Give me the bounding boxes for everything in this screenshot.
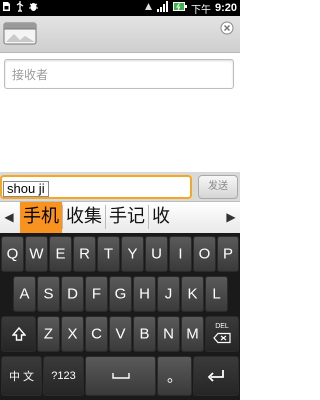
key-v[interactable]: V	[109, 316, 132, 352]
compose-header	[0, 16, 240, 53]
key-z[interactable]: Z	[37, 316, 60, 352]
key-s[interactable]: S	[37, 276, 60, 312]
key-n[interactable]: N	[157, 316, 180, 352]
symbols-key[interactable]: ?123	[43, 356, 84, 396]
key-w[interactable]: W	[25, 236, 48, 272]
key-label: E	[55, 245, 66, 263]
key-t[interactable]: T	[97, 236, 120, 272]
key-label: U	[151, 245, 162, 263]
language-switch-key[interactable]: 中 文	[1, 356, 42, 396]
key-l[interactable]: L	[205, 276, 228, 312]
candidate-prev-icon[interactable]: ◀	[0, 202, 18, 233]
candidate-next-icon[interactable]: ▶	[222, 202, 240, 233]
key-label: P	[222, 245, 233, 263]
key-d[interactable]: D	[61, 276, 84, 312]
clock-ampm: 下午	[190, 4, 211, 16]
recipient-input[interactable]: 接收者	[4, 59, 234, 89]
key-label: F	[91, 285, 102, 303]
key-label: X	[67, 325, 78, 343]
battery-charging-icon	[172, 1, 187, 15]
key-label: K	[187, 285, 198, 303]
key-label: W	[29, 245, 44, 263]
key-label: R	[79, 245, 90, 263]
key-label: 中 文	[8, 371, 35, 383]
shift-key[interactable]	[1, 316, 36, 352]
key-f[interactable]: F	[85, 276, 108, 312]
key-label: D	[67, 285, 78, 303]
key-j[interactable]: J	[157, 276, 180, 312]
key-label: O	[198, 245, 211, 263]
key-label: J	[164, 285, 173, 303]
delete-key[interactable]: DEL	[205, 316, 239, 352]
key-p[interactable]: P	[217, 236, 239, 272]
key-label: M	[186, 325, 199, 343]
network-type-icon	[144, 1, 153, 15]
key-label: V	[115, 325, 126, 343]
key-g[interactable]: G	[109, 276, 132, 312]
key-q[interactable]: Q	[1, 236, 24, 272]
key-i[interactable]: I	[169, 236, 192, 272]
backspace-icon	[213, 332, 231, 344]
system-status: 下午 9:20	[144, 1, 237, 16]
usb-icon	[15, 1, 25, 15]
enter-key[interactable]	[193, 356, 239, 396]
attachment-icon	[3, 22, 37, 45]
soft-keyboard: Q W E R T Y U I O P A S D F G H J K L Z …	[0, 233, 240, 400]
key-label: N	[163, 325, 174, 343]
candidate-item[interactable]: 收	[149, 202, 173, 233]
key-e[interactable]: E	[49, 236, 72, 272]
status-bar: 下午 9:20	[0, 0, 240, 16]
key-h[interactable]: H	[133, 276, 156, 312]
key-a[interactable]: A	[13, 276, 36, 312]
candidate-list: 手机 收集 手记 收	[20, 202, 173, 233]
notification-icons	[2, 1, 38, 15]
key-y[interactable]: Y	[121, 236, 144, 272]
key-o[interactable]: O	[193, 236, 216, 272]
key-b[interactable]: B	[133, 316, 156, 352]
key-label: Y	[127, 245, 138, 263]
key-x[interactable]: X	[61, 316, 84, 352]
close-icon	[220, 21, 234, 35]
delete-label: DEL	[215, 323, 229, 330]
shift-icon	[11, 327, 26, 341]
key-label: Z	[43, 325, 54, 343]
send-button[interactable]: 发送	[198, 175, 238, 199]
key-label: 。	[166, 368, 182, 386]
bug-icon	[29, 1, 38, 15]
sim-card-icon	[2, 1, 11, 15]
key-label: S	[43, 285, 54, 303]
key-u[interactable]: U	[145, 236, 168, 272]
key-label: H	[139, 285, 150, 303]
key-r[interactable]: R	[73, 236, 96, 272]
key-label: C	[91, 325, 102, 343]
signal-strength-icon	[156, 1, 169, 15]
close-button[interactable]	[220, 20, 234, 35]
candidate-bar: ◀ 手机 收集 手记 收 ▶	[0, 201, 240, 234]
compose-row: shou ji 发送	[0, 172, 240, 202]
composing-text: shou ji	[3, 181, 49, 197]
key-label: Q	[6, 245, 19, 263]
key-label: L	[212, 285, 221, 303]
key-k[interactable]: K	[181, 276, 204, 312]
key-m[interactable]: M	[181, 316, 204, 352]
candidate-item[interactable]: 收集	[63, 202, 105, 233]
key-label: G	[114, 285, 127, 303]
space-icon	[111, 373, 130, 379]
candidate-item[interactable]: 手记	[106, 202, 148, 233]
message-input[interactable]: shou ji	[0, 175, 192, 199]
key-label: T	[103, 245, 114, 263]
key-label: A	[19, 285, 30, 303]
candidate-item[interactable]: 手机	[20, 202, 62, 233]
enter-icon	[207, 370, 224, 382]
key-label: I	[178, 245, 183, 263]
recipient-placeholder: 接收者	[12, 68, 49, 82]
key-label: B	[139, 325, 150, 343]
period-key[interactable]: 。	[157, 356, 192, 396]
space-key[interactable]	[85, 356, 156, 396]
key-label: ?123	[51, 370, 76, 382]
clock-time: 9:20	[214, 2, 237, 14]
attachment-button[interactable]	[3, 20, 39, 46]
key-c[interactable]: C	[85, 316, 108, 352]
